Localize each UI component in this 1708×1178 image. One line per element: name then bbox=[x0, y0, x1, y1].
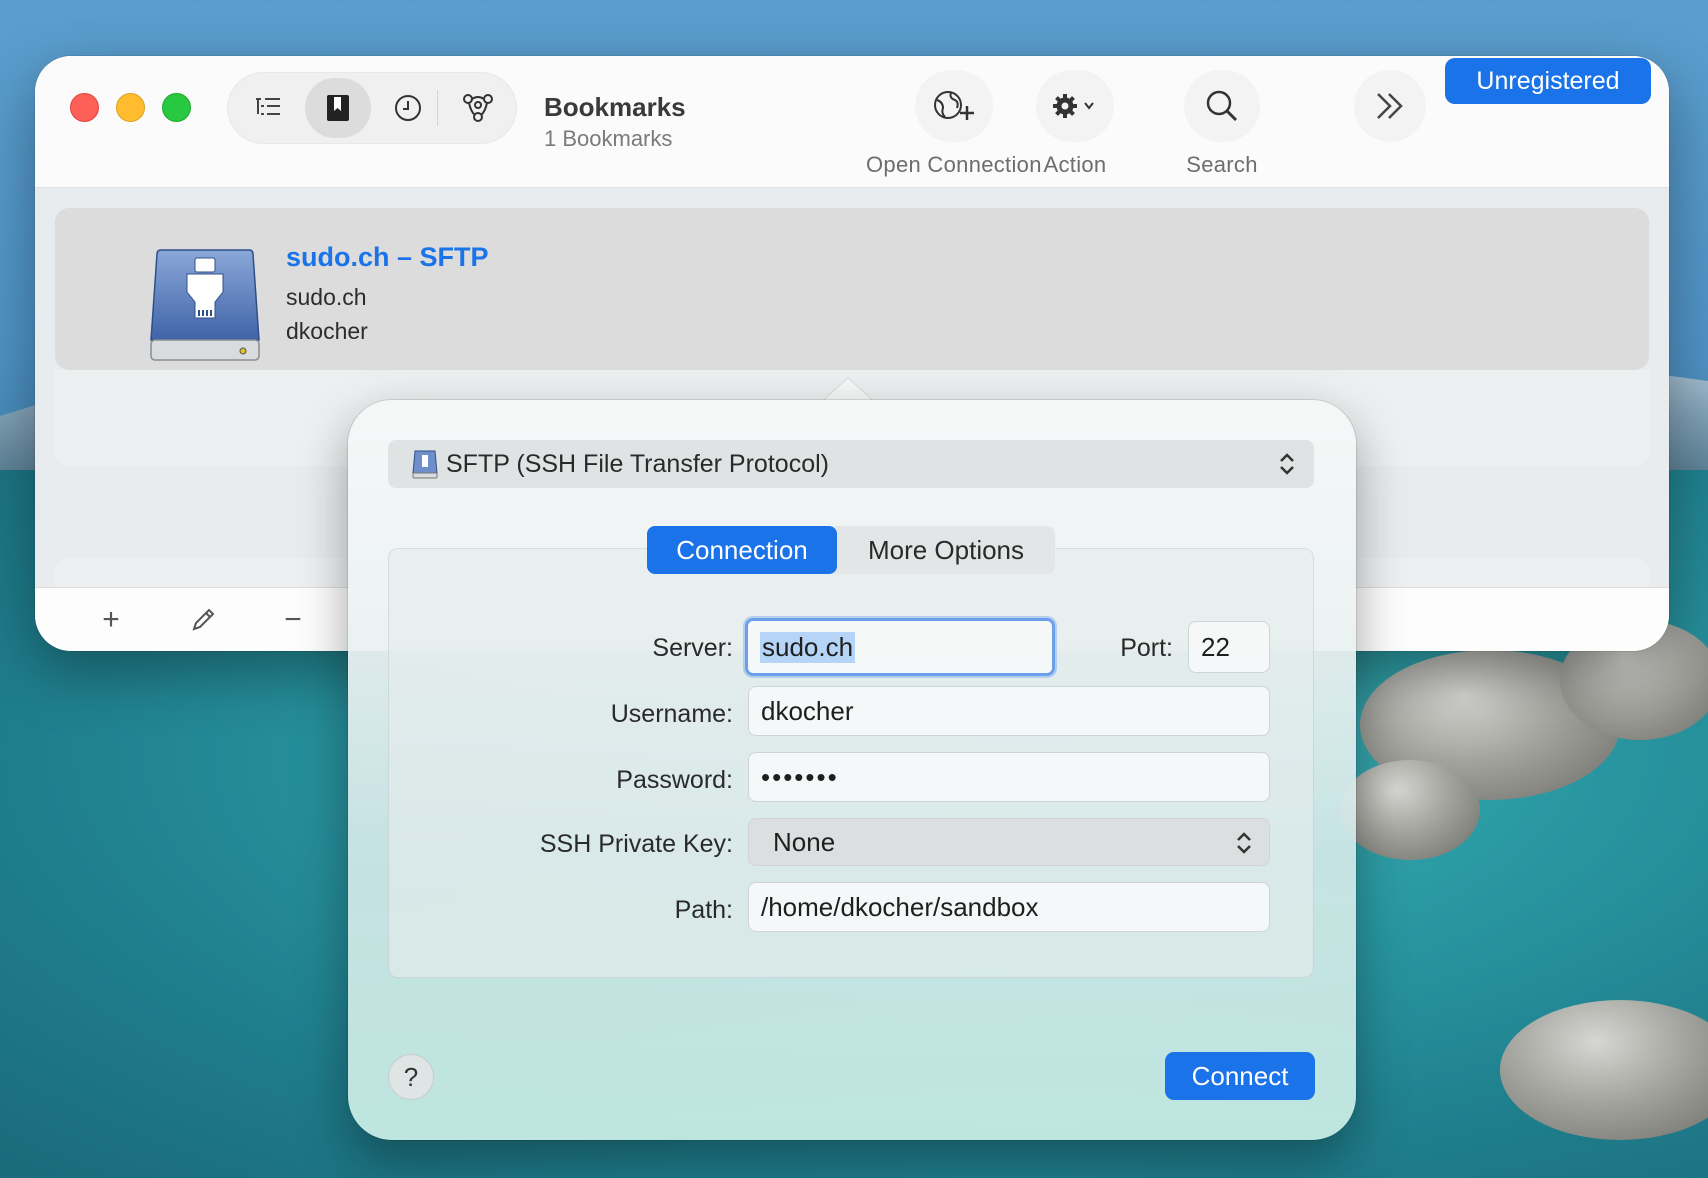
history-view-button[interactable] bbox=[375, 78, 441, 138]
action-label: Action bbox=[1043, 152, 1107, 177]
protocol-value: SFTP (SSH File Transfer Protocol) bbox=[446, 449, 829, 478]
chevron-up-down-icon bbox=[1237, 832, 1251, 854]
username-label: Username: bbox=[610, 700, 733, 728]
edit-bookmark-button[interactable] bbox=[185, 602, 221, 638]
port-label: Port: bbox=[1120, 634, 1173, 662]
view-switcher bbox=[227, 72, 517, 144]
open-connection-label: Open Connection bbox=[866, 152, 1042, 177]
open-connection-button[interactable]: Open Connection bbox=[866, 70, 1042, 178]
protocol-select[interactable]: SFTP (SSH File Transfer Protocol) bbox=[388, 440, 1314, 488]
tab-bar: Connection More Options bbox=[647, 526, 1055, 574]
globe-plus-icon bbox=[933, 91, 974, 120]
desktop-rock bbox=[1340, 760, 1480, 860]
bookmark-title: sudo.ch – SFTP bbox=[286, 242, 489, 272]
bookmark-host: sudo.ch bbox=[286, 284, 367, 310]
close-button[interactable] bbox=[70, 93, 99, 122]
delete-bookmark-button[interactable]: − bbox=[275, 602, 311, 638]
popover-arrow bbox=[822, 378, 874, 402]
ssh-private-key-value: None bbox=[773, 826, 836, 857]
password-label: Password: bbox=[616, 766, 733, 794]
window-title: Bookmarks bbox=[544, 92, 686, 122]
username-field[interactable]: dkocher bbox=[748, 686, 1270, 736]
browser-view-button[interactable] bbox=[235, 78, 301, 138]
password-field[interactable]: ••••••• bbox=[748, 752, 1270, 802]
minimize-button[interactable] bbox=[116, 93, 145, 122]
sftp-drive-icon bbox=[412, 450, 438, 479]
pencil-icon bbox=[192, 608, 215, 631]
server-label: Server: bbox=[652, 634, 733, 662]
unregistered-badge[interactable]: Unregistered bbox=[1445, 58, 1651, 104]
clock-icon bbox=[395, 95, 421, 121]
chevron-double-right-icon bbox=[1377, 93, 1403, 119]
window-subtitle: 1 Bookmarks bbox=[544, 126, 673, 151]
bookmark-icon bbox=[327, 95, 349, 121]
chevron-up-down-icon bbox=[1280, 453, 1294, 475]
port-field[interactable]: 22 bbox=[1188, 621, 1270, 673]
path-field[interactable]: /home/dkocher/sandbox bbox=[748, 882, 1270, 932]
gear-icon bbox=[1053, 94, 1094, 118]
server-value: sudo.ch bbox=[760, 631, 856, 663]
bookmark-row[interactable]: sudo.ch – SFTP sudo.ch dkocher bbox=[55, 208, 1649, 370]
divider bbox=[437, 90, 438, 126]
server-field[interactable]: sudo.ch bbox=[745, 618, 1055, 676]
connect-button[interactable]: Connect bbox=[1165, 1052, 1315, 1100]
search-label: Search bbox=[1186, 152, 1258, 177]
help-button[interactable]: ? bbox=[388, 1054, 434, 1100]
search-icon bbox=[1206, 90, 1238, 122]
more-toolbar-items-button[interactable] bbox=[1354, 70, 1426, 142]
action-button[interactable]: Action bbox=[1036, 70, 1114, 178]
zoom-button[interactable] bbox=[162, 93, 191, 122]
ssh-private-key-select[interactable]: None bbox=[748, 818, 1270, 866]
bonjour-icon bbox=[463, 94, 493, 122]
bookmarks-view-button[interactable] bbox=[305, 78, 371, 138]
tab-connection[interactable]: Connection bbox=[647, 526, 837, 574]
bonjour-view-button[interactable] bbox=[445, 78, 511, 138]
search-button[interactable]: Search bbox=[1184, 70, 1260, 178]
toolbar: Bookmarks 1 Bookmarks Open Connection Ac… bbox=[35, 56, 1669, 188]
tab-more-options[interactable]: More Options bbox=[837, 526, 1055, 574]
outline-list-icon bbox=[256, 98, 280, 115]
path-label: Path: bbox=[674, 896, 733, 924]
sftp-drive-icon bbox=[150, 249, 260, 361]
bookmark-username: dkocher bbox=[286, 318, 368, 344]
bookmark-editor-popover: SFTP (SSH File Transfer Protocol) Connec… bbox=[348, 400, 1356, 1140]
add-bookmark-button[interactable]: + bbox=[93, 602, 129, 638]
ssh-private-key-label: SSH Private Key: bbox=[539, 830, 733, 858]
